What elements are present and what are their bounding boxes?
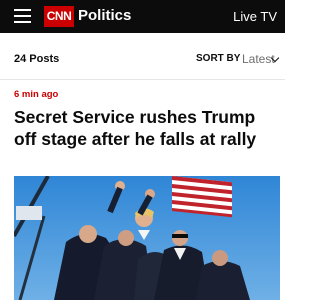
post-headline[interactable]: Secret Service rushes Trump off stage af… [14,106,280,150]
divider [0,79,285,80]
sort-by-label: SORT BY [196,53,241,64]
live-tv-link[interactable]: Live TV [233,9,277,24]
post-timestamp: 6 min ago [14,89,59,100]
top-navigation-bar: CNN Politics Live TV [0,0,285,33]
article-photo[interactable] [14,176,280,300]
sort-dropdown[interactable]: Latest [242,52,275,66]
section-title[interactable]: Politics [78,7,131,24]
posts-toolbar: 24 Posts SORT BY Latest [0,33,285,85]
posts-count: 24 Posts [14,53,60,65]
hamburger-menu-icon[interactable] [14,9,31,23]
cnn-logo[interactable]: CNN [44,6,74,27]
